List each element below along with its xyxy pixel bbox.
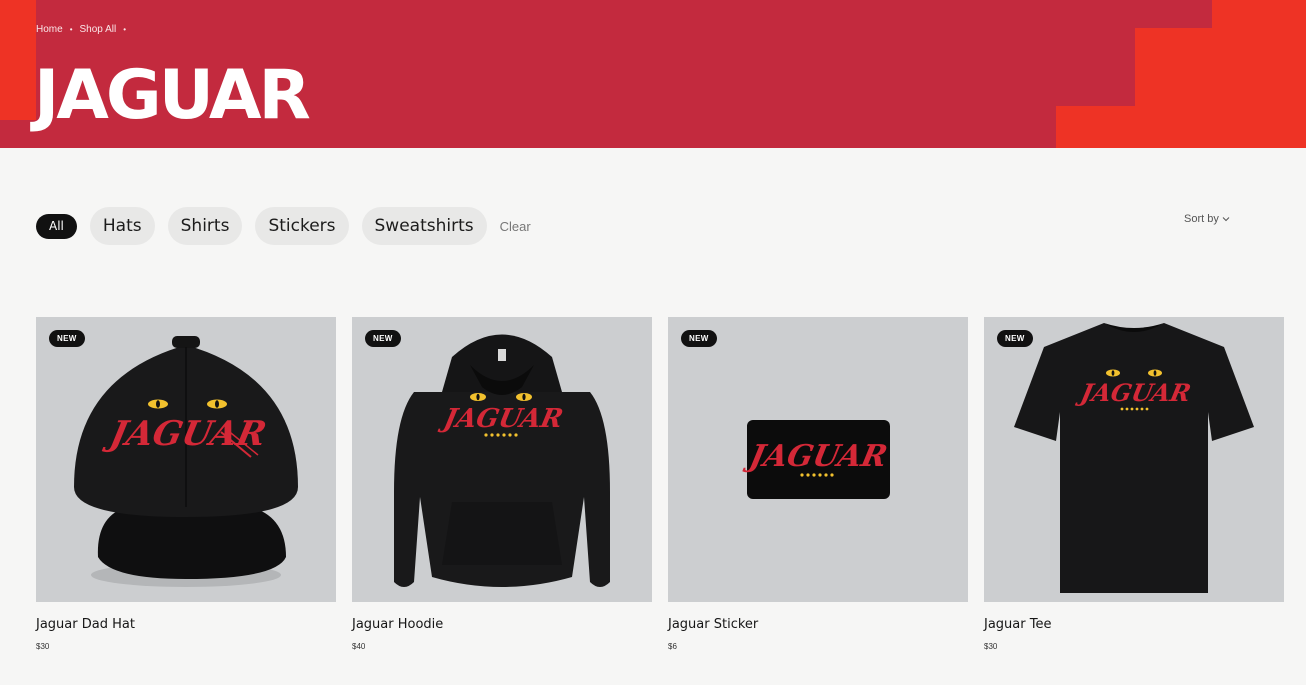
filter-shirts[interactable]: Shirts [167, 207, 243, 245]
product-card[interactable]: JAGUAR NEW Jaguar Hoodie $40 [352, 317, 652, 651]
hero-decor-block [1135, 28, 1306, 106]
collection-hero: Home • Shop All • JAGUAR [0, 0, 1306, 148]
product-price: $6 [668, 642, 677, 651]
product-card[interactable]: JAGUAR NEW Jaguar Tee $30 [984, 317, 1284, 651]
product-card[interactable]: JAGUAR NEW Jaguar Sticker $6 [668, 317, 968, 651]
new-badge: NEW [49, 330, 85, 347]
product-image[interactable]: JAGUAR NEW [984, 317, 1284, 602]
logo-wordmark: JAGUAR [1074, 378, 1193, 407]
product-name[interactable]: Jaguar Tee [984, 617, 1284, 632]
product-name[interactable]: Jaguar Hoodie [352, 617, 652, 632]
product-card[interactable]: JAGUAR NEW Jaguar Dad Hat $30 [36, 317, 336, 651]
hero-decor-block [0, 0, 36, 120]
product-image[interactable]: JAGUAR NEW [36, 317, 336, 602]
filter-sweatshirts[interactable]: Sweatshirts [361, 207, 487, 245]
breadcrumb: Home • Shop All • [36, 24, 133, 35]
sort-dropdown[interactable]: Sort by [1184, 213, 1230, 225]
hoodie-image: JAGUAR [394, 334, 610, 587]
clear-filters-button[interactable]: Clear [500, 219, 531, 234]
product-price: $30 [984, 642, 998, 651]
breadcrumb-home-link[interactable]: Home [36, 24, 63, 35]
product-image[interactable]: JAGUAR NEW [352, 317, 652, 602]
logo-wordmark: JAGUAR [101, 414, 270, 454]
filter-stickers[interactable]: Stickers [255, 207, 349, 245]
tee-image: JAGUAR [1014, 323, 1254, 593]
product-image[interactable]: JAGUAR NEW [668, 317, 968, 602]
filter-hats[interactable]: Hats [89, 207, 155, 245]
product-price: $30 [36, 642, 50, 651]
category-filters: All Hats Shirts Stickers Sweatshirts Cle… [36, 207, 531, 245]
dad-hat-image: JAGUAR [74, 336, 298, 587]
product-price: $40 [352, 642, 366, 651]
product-name[interactable]: Jaguar Sticker [668, 617, 968, 632]
hero-decor-block [1212, 0, 1306, 28]
breadcrumb-shop-all-link[interactable]: Shop All [80, 24, 117, 35]
filter-all[interactable]: All [36, 213, 77, 239]
new-badge: NEW [365, 330, 401, 347]
page-title: JAGUAR [34, 56, 311, 135]
sort-label: Sort by [1184, 213, 1219, 225]
breadcrumb-separator: • [69, 25, 73, 34]
logo-wordmark: JAGUAR [436, 403, 566, 434]
chevron-down-icon [1222, 217, 1230, 222]
product-name[interactable]: Jaguar Dad Hat [36, 617, 336, 632]
new-badge: NEW [681, 330, 717, 347]
logo-wordmark: JAGUAR [741, 439, 890, 474]
hero-decor-block [1056, 106, 1306, 148]
sticker-image: JAGUAR [741, 420, 890, 499]
new-badge: NEW [997, 330, 1033, 347]
breadcrumb-separator: • [123, 25, 127, 34]
